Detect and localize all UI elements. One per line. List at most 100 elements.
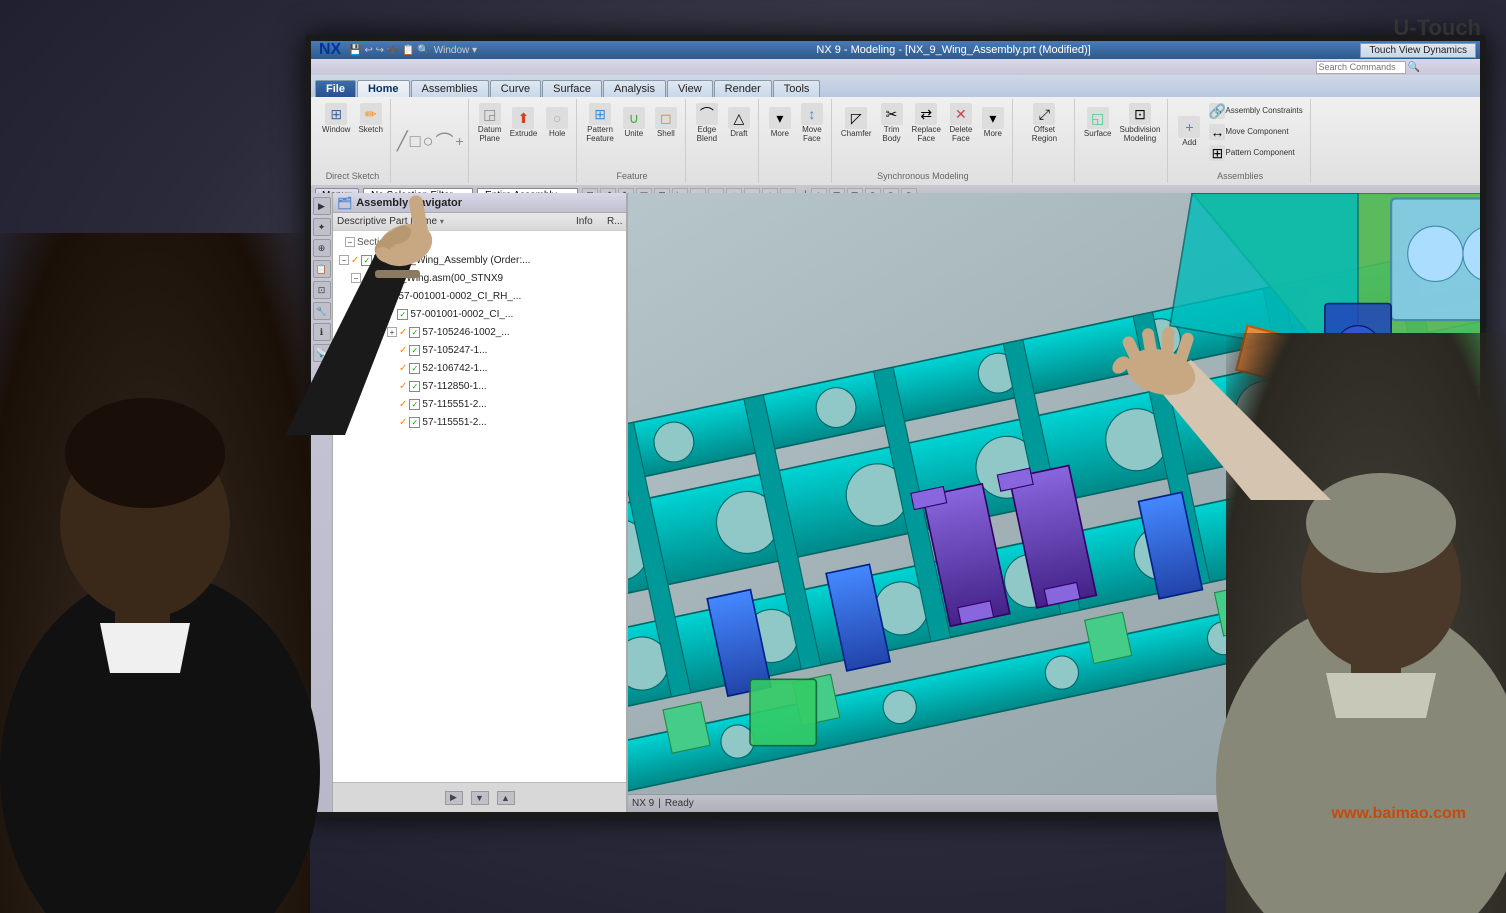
window-button[interactable]: ⊞ Window (319, 101, 353, 137)
tree-item-52-106742[interactable]: ✓ 52-106742-1... (333, 359, 626, 377)
surface-button[interactable]: ◱ Surface (1081, 105, 1115, 141)
tab-analysis[interactable]: Analysis (603, 80, 666, 97)
draft-button[interactable]: △ Draft (724, 105, 754, 141)
shape-circle-icon[interactable]: ○ (423, 131, 434, 152)
tab-render[interactable]: Render (714, 80, 772, 97)
datum-plane-button[interactable]: ◲ DatumPlane (475, 101, 505, 146)
pattern-component-button[interactable]: ⊞ Pattern Component (1206, 143, 1305, 163)
52-106742-checkmark: ✓ (399, 363, 407, 374)
edge-blend-icon: ⌒ (696, 103, 718, 125)
tab-assemblies[interactable]: Assemblies (411, 80, 489, 97)
shape-arc-icon[interactable]: ⌒ (436, 128, 454, 154)
add-button[interactable]: + Add (1174, 114, 1204, 150)
52-106742-sq (613, 363, 624, 374)
subdiv-icon: ⊡ (1129, 103, 1151, 125)
chamfer-button[interactable]: ◸ Chamfer (838, 105, 875, 141)
root-toggle[interactable]: − (339, 255, 349, 265)
57-001-l2-toggle[interactable]: − (363, 291, 373, 301)
tree-item-57-105246[interactable]: + ✓ 57-105246-1002_... (333, 323, 626, 341)
57-001-l2-checkbox[interactable] (385, 291, 396, 302)
side-tool-6[interactable]: 🔧 (313, 302, 331, 320)
side-tool-1[interactable]: ▶ (313, 197, 331, 215)
move-face-button[interactable]: ↕ MoveFace (797, 101, 827, 146)
57-105247-checkbox[interactable] (409, 345, 420, 356)
replace-face-label: ReplaceFace (912, 126, 941, 144)
subdiv-button[interactable]: ⊡ SubdivisionModeling (1116, 101, 1163, 146)
tab-view[interactable]: View (667, 80, 713, 97)
tab-home[interactable]: Home (357, 80, 410, 97)
draft-label: Draft (730, 130, 747, 139)
57-105246-label: 57-105246-1002_... (422, 327, 588, 338)
tab-curve[interactable]: Curve (490, 80, 541, 97)
sketch-icon: ✏ (360, 103, 382, 125)
side-tool-3[interactable]: ⊕ (313, 239, 331, 257)
extrude-button[interactable]: ⬆ Extrude (507, 105, 541, 141)
titlebar-icons: 💾 ↩ ↪ ➕ 📋 🔍 (349, 45, 429, 56)
side-tool-4[interactable]: 📋 (313, 260, 331, 278)
shell-button[interactable]: ◻ Shell (651, 105, 681, 141)
57-105246-toggle[interactable]: + (387, 327, 397, 337)
tree-item-57-001-l2[interactable]: − ✓ 57-001001-0002_CI_RH_... (333, 287, 626, 305)
root-checkbox[interactable] (361, 255, 372, 266)
57-001-l3-checkbox[interactable] (397, 309, 408, 320)
sections-toggle[interactable]: − (345, 237, 355, 247)
57-105246-checkbox[interactable] (409, 327, 420, 338)
57-001-l3-toggle[interactable]: − (375, 309, 385, 319)
shape-rect-icon[interactable]: □ (410, 131, 421, 152)
57-115551-a-checkbox[interactable] (409, 399, 420, 410)
57-115551-b-label: 57-115551-2... (422, 417, 588, 428)
tree-item-rh-wing[interactable]: − ✓ RH_Wing.asm(00_STNX9 (333, 269, 626, 287)
search-input[interactable] (1316, 61, 1406, 74)
shape-plus-icon[interactable]: + (456, 133, 464, 149)
tab-surface[interactable]: Surface (542, 80, 602, 97)
57-112850-checkbox[interactable] (409, 381, 420, 392)
move-component-button[interactable]: ↔ Move Component (1206, 122, 1305, 142)
side-tool-2[interactable]: ✦ (313, 218, 331, 236)
offset-region-button[interactable]: ⤢ OffsetRegion (1029, 101, 1060, 146)
root-blue-sq (374, 255, 385, 266)
surface-label: Surface (1084, 130, 1112, 139)
tab-file[interactable]: File (315, 80, 356, 97)
52-106742-checkbox[interactable] (409, 363, 420, 374)
tree-item-57-105247[interactable]: ✓ 57-105247-1... (333, 341, 626, 359)
unite-button[interactable]: ∪ Unite (619, 105, 649, 141)
trim-body-icon: ✂ (881, 103, 903, 125)
hole-icon: ○ (546, 107, 568, 129)
sections-label: Sections (357, 237, 624, 248)
move-component-label: Move Component (1225, 128, 1288, 137)
side-tool-8[interactable]: 📡 (313, 344, 331, 362)
left-panel-scroll-up[interactable]: ▲ (497, 791, 515, 805)
search-bar: 🔍 (311, 59, 1480, 75)
tree-item-57-115551-b[interactable]: ✓ 57-115551-2... (333, 413, 626, 431)
assembly-constraints-button[interactable]: 🔗 Assembly Constraints (1206, 101, 1305, 121)
sync-more-button[interactable]: ▾ More (978, 105, 1008, 141)
left-panel-scroll-down[interactable]: ▼ (471, 791, 489, 805)
rh-checkbox[interactable] (373, 273, 384, 284)
57-115551-b-sq (613, 417, 624, 428)
tree-item-root[interactable]: − ✓ NX_9_Wing_Assembly (Order:... (333, 251, 626, 269)
col-r-header: R... (607, 216, 622, 227)
edge-blend-button[interactable]: ⌒ EdgeBlend (692, 101, 722, 146)
tree-item-57-001-l3[interactable]: − ✓ 57-001001-0002_CI_... (333, 305, 626, 323)
left-panel-scroll-right[interactable]: ▶ (445, 791, 463, 805)
sort-arrow[interactable]: ▾ (440, 217, 444, 226)
toolbar-group-more-move: ▾ More ↕ MoveFace (761, 99, 832, 183)
tab-tools[interactable]: Tools (773, 80, 821, 97)
57-115551-b-checkbox[interactable] (409, 417, 420, 428)
side-tool-7[interactable]: ℹ (313, 323, 331, 341)
side-tool-5[interactable]: ⊡ (313, 281, 331, 299)
more-button[interactable]: ▾ More (765, 105, 795, 141)
delete-face-button[interactable]: ✕ DeleteFace (946, 101, 976, 146)
tree-item-57-112850[interactable]: ✓ 57-112850-1... (333, 377, 626, 395)
nav-icon: 🗂 (337, 196, 352, 210)
replace-face-button[interactable]: ⇄ ReplaceFace (909, 101, 944, 146)
tree-item-57-115551-a[interactable]: ✓ 57-115551-2... (333, 395, 626, 413)
shape-line-icon[interactable]: ╱ (397, 131, 408, 152)
trim-body-button[interactable]: ✂ TrimBody (877, 101, 907, 146)
rh-wing-toggle[interactable]: − (351, 273, 361, 283)
sketch-button[interactable]: ✏ Sketch (355, 101, 385, 137)
pattern-feature-button[interactable]: ⊞ PatternFeature (583, 101, 617, 146)
search-icon[interactable]: 🔍 (1408, 62, 1420, 73)
hole-button[interactable]: ○ Hole (542, 105, 572, 141)
titlebar-window-menu[interactable]: Window ▾ (434, 45, 477, 56)
